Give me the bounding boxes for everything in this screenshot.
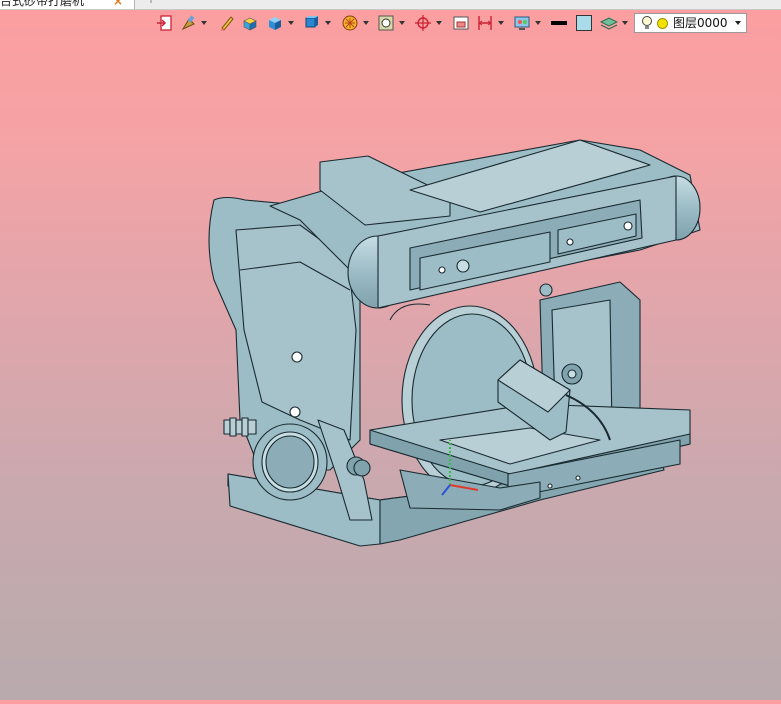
measure-dimension-dropdown[interactable]: [498, 21, 504, 25]
render-style-icon[interactable]: [341, 14, 359, 32]
zoom-fit-icon[interactable]: [377, 14, 395, 32]
view-orientation-icon[interactable]: [303, 14, 321, 32]
layer-name: 图层0000: [673, 16, 728, 30]
display-settings-icon[interactable]: [513, 14, 531, 32]
document-tab[interactable]: 台式砂带打磨机 ×: [0, 0, 135, 9]
document-tab-title: 台式砂带打磨机: [0, 0, 85, 8]
new-tab-icon[interactable]: +: [146, 0, 156, 6]
style-paint-icon[interactable]: [180, 14, 198, 32]
snap-target-icon[interactable]: [414, 14, 432, 32]
display-settings-dropdown[interactable]: [535, 21, 541, 25]
solid-cube-dropdown[interactable]: [288, 21, 294, 25]
layers-icon[interactable]: [600, 14, 618, 32]
shaded-solid-icon[interactable]: [241, 14, 259, 32]
solid-cube-icon[interactable]: [266, 14, 284, 32]
export-icon[interactable]: [155, 14, 173, 32]
snap-target-dropdown[interactable]: [436, 21, 442, 25]
view-orientation-dropdown[interactable]: [325, 21, 331, 25]
zoom-fit-dropdown[interactable]: [399, 21, 405, 25]
layers-dropdown[interactable]: [622, 21, 628, 25]
section-view-icon[interactable]: [452, 14, 470, 32]
render-style-dropdown[interactable]: [363, 21, 369, 25]
line-color-swatch[interactable]: [550, 14, 568, 32]
tension-spring: [223, 417, 257, 437]
layer-select[interactable]: 图层0000: [634, 13, 747, 33]
belt-sander-model[interactable]: [0, 37, 781, 700]
style-paint-dropdown[interactable]: [201, 21, 207, 25]
3d-viewport[interactable]: [0, 37, 781, 700]
lightbulb-icon[interactable]: [641, 15, 653, 31]
toolbar: 图层0000: [0, 9, 781, 37]
fill-color-swatch[interactable]: [575, 14, 593, 32]
chevron-down-icon[interactable]: [735, 21, 741, 25]
sketch-pencil-icon[interactable]: [218, 14, 236, 32]
close-tab-icon[interactable]: ×: [113, 0, 123, 9]
measure-dimension-icon[interactable]: [476, 14, 494, 32]
layer-visible-icon[interactable]: [657, 18, 668, 29]
